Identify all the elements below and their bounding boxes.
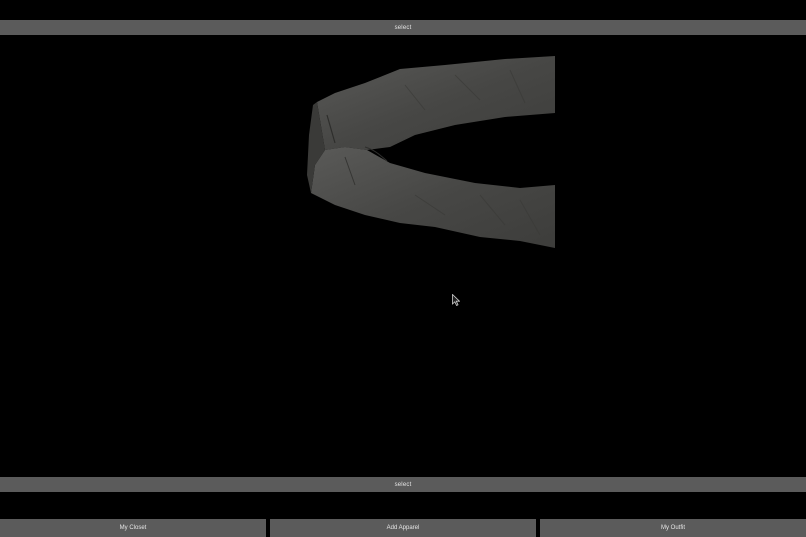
add-apparel-button[interactable]: Add Apparel <box>270 519 536 537</box>
bottom-select-button[interactable]: select <box>0 477 806 492</box>
my-outfit-button[interactable]: My Outfit <box>540 519 806 537</box>
apparel-viewer[interactable] <box>0 35 806 477</box>
bottom-select-label: select <box>394 481 412 488</box>
add-apparel-label: Add Apparel <box>386 525 420 531</box>
pants-image[interactable] <box>305 55 560 255</box>
bottom-navigation: My Closet Add Apparel My Outfit <box>0 519 806 537</box>
my-closet-button[interactable]: My Closet <box>0 519 266 537</box>
my-closet-label: My Closet <box>119 525 147 531</box>
top-select-label: select <box>394 24 412 31</box>
top-select-button[interactable]: select <box>0 20 806 35</box>
my-outfit-label: My Outfit <box>660 525 685 531</box>
mouse-pointer-icon <box>452 294 460 306</box>
app-screen: select select My Closet Add Apparel My O… <box>0 0 806 537</box>
